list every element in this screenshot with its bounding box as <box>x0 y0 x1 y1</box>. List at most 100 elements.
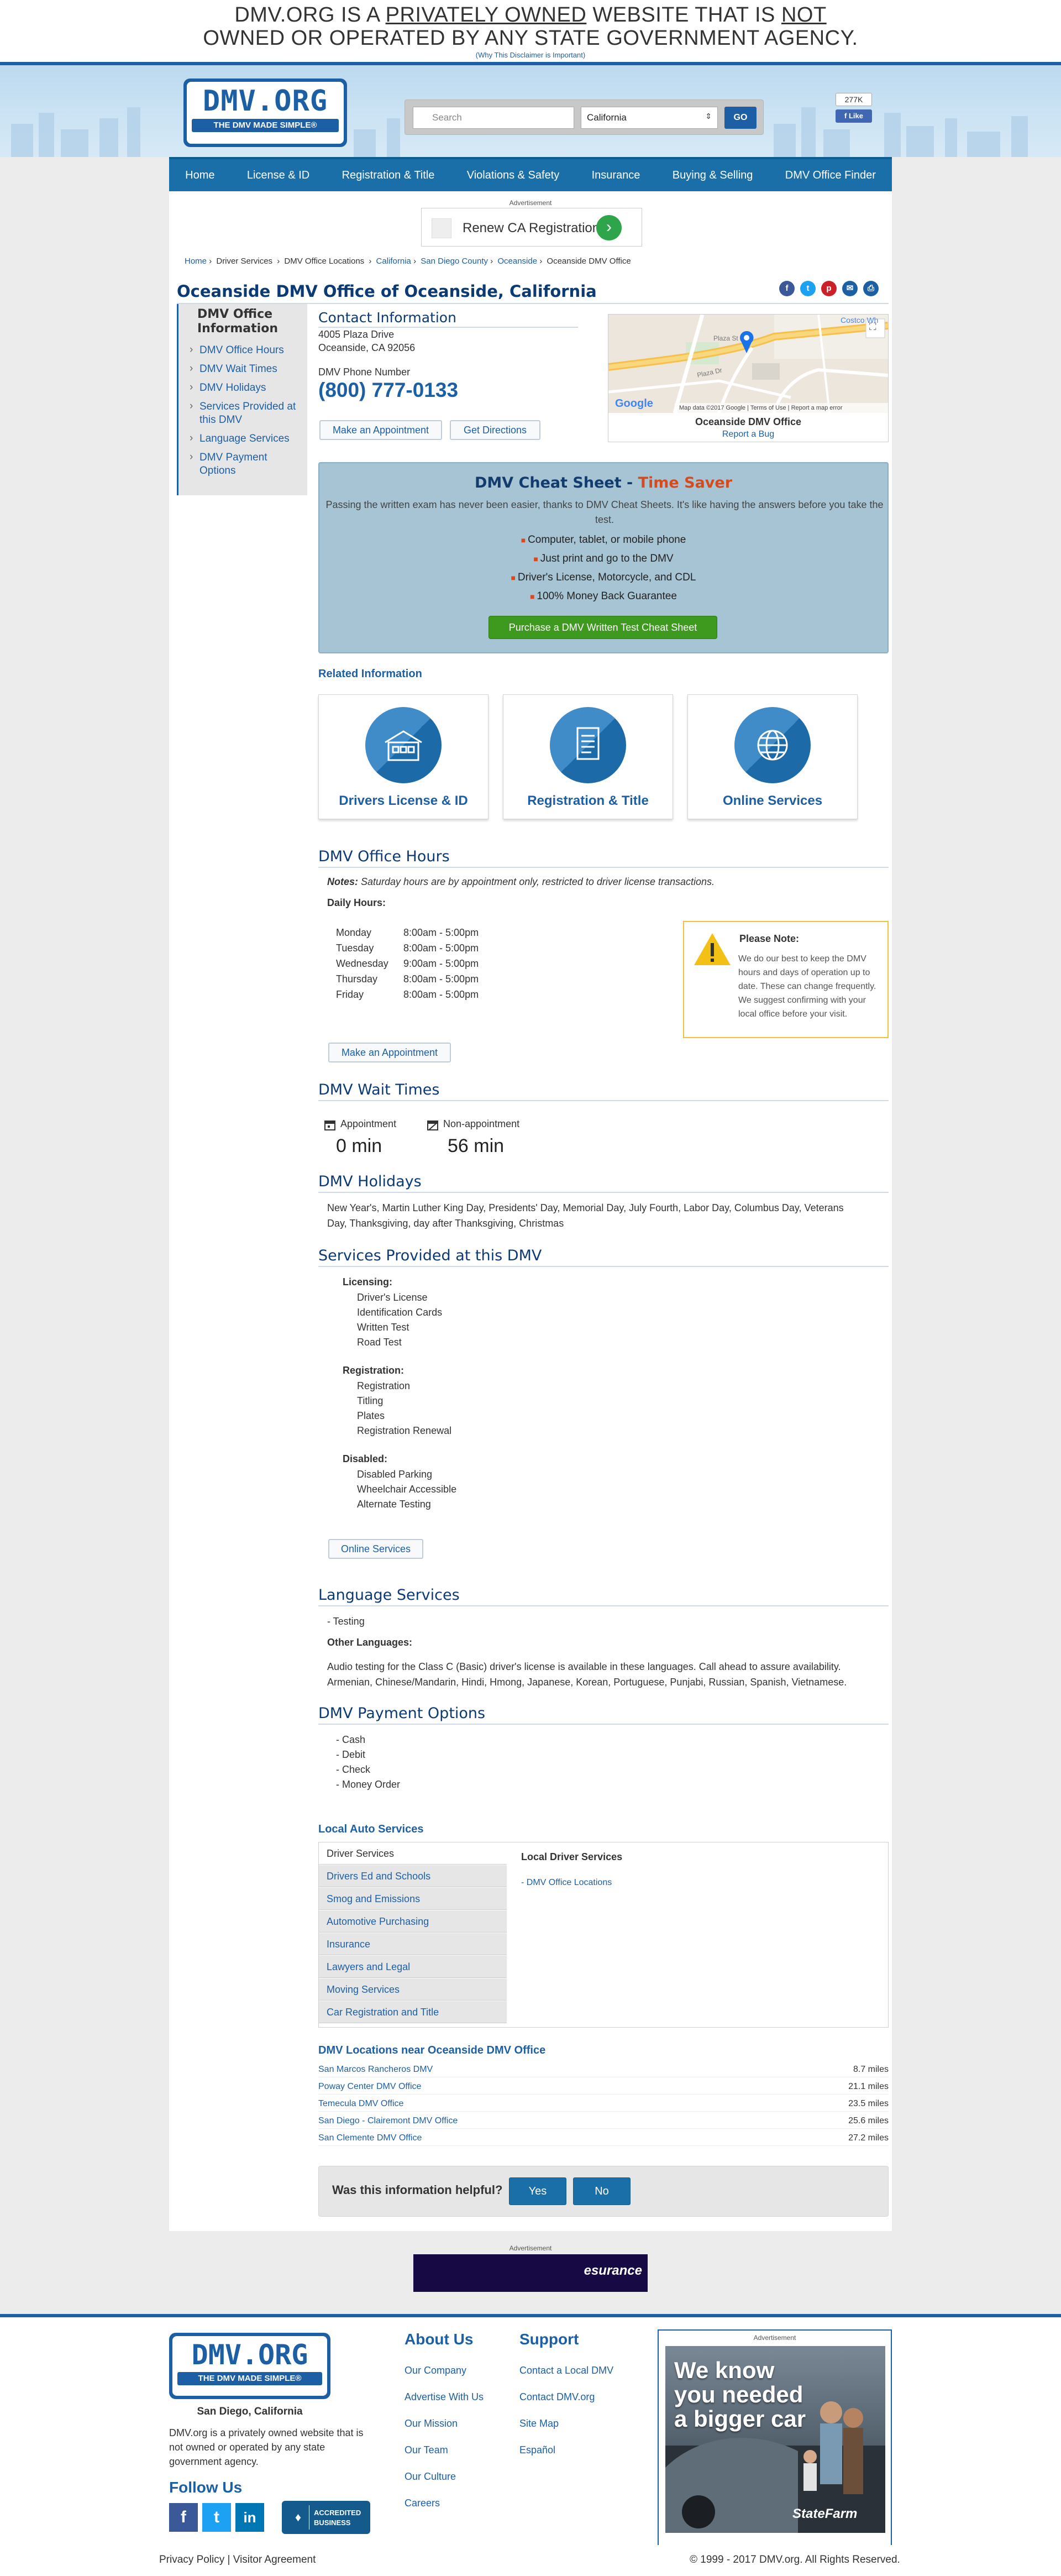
search-go-button[interactable]: GO <box>724 107 757 129</box>
facebook-icon[interactable]: f <box>169 2503 198 2532</box>
breadcrumb-home[interactable]: Home <box>185 256 207 266</box>
fb-like-button[interactable]: f Like <box>836 109 872 123</box>
nav-buying-selling[interactable]: Buying & Selling <box>656 159 769 191</box>
appointment-wait: 0 min <box>336 1135 382 1156</box>
related-card-registration[interactable]: Registration & Title <box>503 694 673 819</box>
tab-automotive-purchasing[interactable]: Automotive Purchasing <box>319 1910 507 1933</box>
footer-advertisement[interactable]: Advertisement We know you needed a bigger … <box>658 2329 892 2551</box>
tab-driver-services[interactable]: Driver Services <box>319 1842 507 1865</box>
footer-link[interactable]: Contact DMV.org <box>519 2391 595 2403</box>
nav-violations-safety[interactable]: Violations & Safety <box>451 159 576 191</box>
local-panel-heading: Local Driver Services <box>521 1851 623 1862</box>
top-advertisement[interactable]: Renew CA Registration › <box>421 208 642 247</box>
other-languages-label: Other Languages: <box>327 1637 413 1648</box>
ad-arrow-icon[interactable]: › <box>596 215 622 240</box>
sidebar-item-hours[interactable]: DMV Office Hours <box>190 343 306 357</box>
nav-registration-title[interactable]: Registration & Title <box>325 159 450 191</box>
sidebar-item-language[interactable]: Language Services <box>190 432 306 446</box>
nearby-location[interactable]: Temecula DMV Office 23.5 miles <box>318 2096 889 2112</box>
pinterest-icon[interactable]: p <box>821 281 837 296</box>
sidebar-item-wait-times[interactable]: DMV Wait Times <box>190 362 306 376</box>
feedback-box: Was this information helpful? Yes No <box>318 2166 889 2217</box>
fullscreen-icon[interactable]: ⛶ <box>869 321 876 333</box>
nearby-location[interactable]: San Clemente DMV Office 27.2 miles <box>318 2130 889 2146</box>
linkedin-icon[interactable]: in <box>235 2503 264 2532</box>
tab-lawyers[interactable]: Lawyers and Legal <box>319 1956 507 1978</box>
related-card-online[interactable]: Online Services <box>687 694 858 819</box>
report-bug-link[interactable]: Report a Bug <box>608 430 888 439</box>
chevron-right-icon: › <box>490 256 493 266</box>
email-icon[interactable]: ✉ <box>842 281 858 296</box>
privacy-policy-link[interactable]: Privacy Policy <box>159 2554 224 2565</box>
sidebar-item-payment[interactable]: DMV Payment Options <box>190 451 306 478</box>
office-map[interactable]: Google Costco Wh Plaza Dr Plaza St ⛶ Map… <box>608 314 889 442</box>
warning-icon <box>694 933 731 965</box>
make-appointment-button[interactable]: Make an Appointment <box>328 1043 451 1062</box>
print-icon[interactable]: ⎙ <box>863 281 879 296</box>
footer-link[interactable]: Español <box>519 2444 555 2456</box>
breadcrumb-city[interactable]: Oceanside <box>497 256 537 266</box>
breadcrumb-county[interactable]: San Diego County <box>421 256 488 266</box>
tab-insurance[interactable]: Insurance <box>319 1933 507 1955</box>
nav-home[interactable]: Home <box>169 159 231 191</box>
footer-logo[interactable]: DMV.ORG THE DMV MADE SIMPLE® <box>169 2333 330 2399</box>
hours-day: Thursday <box>336 973 378 985</box>
sidebar-item-services[interactable]: Services Provided at this DMV <box>190 400 306 427</box>
footer-link[interactable]: Advertise With Us <box>405 2391 484 2403</box>
nav-office-finder[interactable]: DMV Office Finder <box>769 159 892 191</box>
related-card-license[interactable]: Drivers License & ID <box>318 694 489 819</box>
purchase-cheat-sheet-button[interactable]: Purchase a DMV Written Test Cheat Sheet <box>489 616 717 639</box>
footer-link[interactable]: Our Culture <box>405 2471 456 2483</box>
twitter-icon[interactable]: t <box>202 2503 231 2532</box>
bottom-advertisement[interactable]: esurance <box>413 2254 648 2292</box>
tab-car-registration[interactable]: Car Registration and Title <box>319 2001 507 2023</box>
sidebar-heading: DMV Office Information <box>197 307 278 336</box>
footer-link[interactable]: Contact a Local DMV <box>519 2365 613 2376</box>
cheat-bullet: Just print and go to the DMV <box>319 553 887 565</box>
online-services-button[interactable]: Online Services <box>328 1539 423 1559</box>
service-item: Registration Renewal <box>357 1425 452 1436</box>
search-input[interactable] <box>413 107 574 129</box>
make-appointment-button[interactable]: Make an Appointment <box>319 420 442 440</box>
bbb-accredited-badge[interactable]: ♦ ACCREDITED BUSINESS <box>282 2501 370 2534</box>
nav-license-id[interactable]: License & ID <box>231 159 326 191</box>
tab-smog[interactable]: Smog and Emissions <box>319 1888 507 1910</box>
footer-link[interactable]: Our Mission <box>405 2418 458 2430</box>
globe-icon <box>734 707 811 783</box>
nearby-location[interactable]: San Diego - Clairemont DMV Office 25.6 mi… <box>318 2113 889 2129</box>
ad-text: Renew CA Registration <box>463 221 600 235</box>
legal-bar: Privacy Policy | Visitor Agreement © 199… <box>0 2545 1061 2576</box>
document-icon <box>550 707 626 783</box>
dmv-office-locations-link[interactable]: - DMV Office Locations <box>521 1878 612 1888</box>
footer-link[interactable]: Our Team <box>405 2444 448 2456</box>
non-appointment-label: Non-appointment <box>443 1118 520 1129</box>
facebook-like-widget[interactable]: 277K f Like <box>836 93 872 124</box>
nearby-location[interactable]: Poway Center DMV Office 21.1 miles <box>318 2079 889 2095</box>
hours-time: 8:00am - 5:00pm <box>403 943 479 954</box>
sidebar-item-holidays[interactable]: DMV Holidays <box>190 381 306 395</box>
state-select[interactable]: California ⇕ <box>581 107 718 129</box>
why-disclaimer-link[interactable]: (Why This Disclaimer is Important) <box>476 51 585 59</box>
feedback-yes-button[interactable]: Yes <box>509 2177 566 2205</box>
nav-insurance[interactable]: Insurance <box>575 159 656 191</box>
dmv-logo[interactable]: DMV.ORG THE DMV MADE SIMPLE® <box>183 78 347 147</box>
section-divider <box>318 1724 889 1725</box>
nearby-location[interactable]: San Marcos Rancheros DMV 8.7 miles <box>318 2062 889 2077</box>
tab-drivers-ed[interactable]: Drivers Ed and Schools <box>319 1865 507 1887</box>
breadcrumb-office-locations: DMV Office Locations <box>284 256 365 266</box>
visitor-agreement-link[interactable]: Visitor Agreement <box>233 2554 316 2565</box>
map-image[interactable]: Google Costco Wh Plaza Dr Plaza St ⛶ Map… <box>608 315 888 413</box>
feedback-no-button[interactable]: No <box>573 2177 631 2205</box>
facebook-icon[interactable]: f <box>779 281 795 296</box>
get-directions-button[interactable]: Get Directions <box>450 420 540 440</box>
service-item: Alternate Testing <box>357 1499 431 1510</box>
breadcrumb-california[interactable]: California <box>376 256 411 266</box>
fb-like-count: 277K <box>836 93 872 106</box>
footer-link[interactable]: Careers <box>405 2498 440 2509</box>
footer-link[interactable]: Site Map <box>519 2418 559 2430</box>
footer-link[interactable]: Our Company <box>405 2365 466 2376</box>
calendar-icon <box>324 1121 335 1130</box>
twitter-icon[interactable]: t <box>800 281 816 296</box>
phone-number[interactable]: (800) 777-0133 <box>318 378 595 402</box>
tab-moving[interactable]: Moving Services <box>319 1978 507 2001</box>
